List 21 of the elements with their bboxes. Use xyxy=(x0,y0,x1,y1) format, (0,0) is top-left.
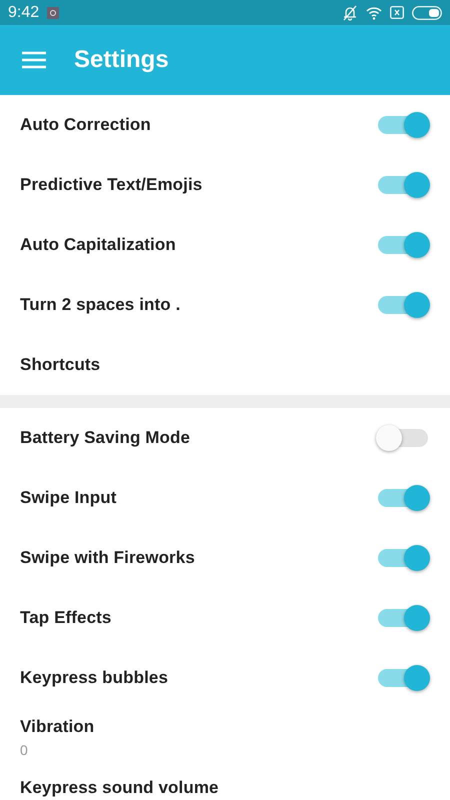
wifi-icon xyxy=(366,6,382,20)
setting-label: Keypress sound volume xyxy=(20,778,220,798)
sim-icon xyxy=(390,6,404,19)
setting-label: Swipe with Fireworks xyxy=(20,548,196,568)
setting-label: Auto Correction xyxy=(20,115,152,135)
setting-value: 0 xyxy=(20,742,29,758)
setting-label: Tap Effects xyxy=(20,608,112,628)
setting-label: Keypress bubbles xyxy=(20,668,170,688)
setting-label: Auto Capitalization xyxy=(20,235,177,255)
status-time: 9:42 xyxy=(8,4,40,22)
setting-label: Shortcuts xyxy=(20,355,102,375)
setting-label: Swipe Input xyxy=(20,488,118,508)
bell-off-icon xyxy=(342,4,358,20)
menu-icon[interactable] xyxy=(22,51,46,69)
page-title: Settings xyxy=(74,46,169,74)
setting-label: Predictive Text/Emojis xyxy=(20,175,204,195)
setting-label: Turn 2 spaces into . xyxy=(20,295,182,315)
battery-icon xyxy=(412,6,442,20)
setting-label: Vibration xyxy=(20,717,96,737)
setting-label: Battery Saving Mode xyxy=(20,428,192,448)
notification-icon xyxy=(47,6,60,18)
